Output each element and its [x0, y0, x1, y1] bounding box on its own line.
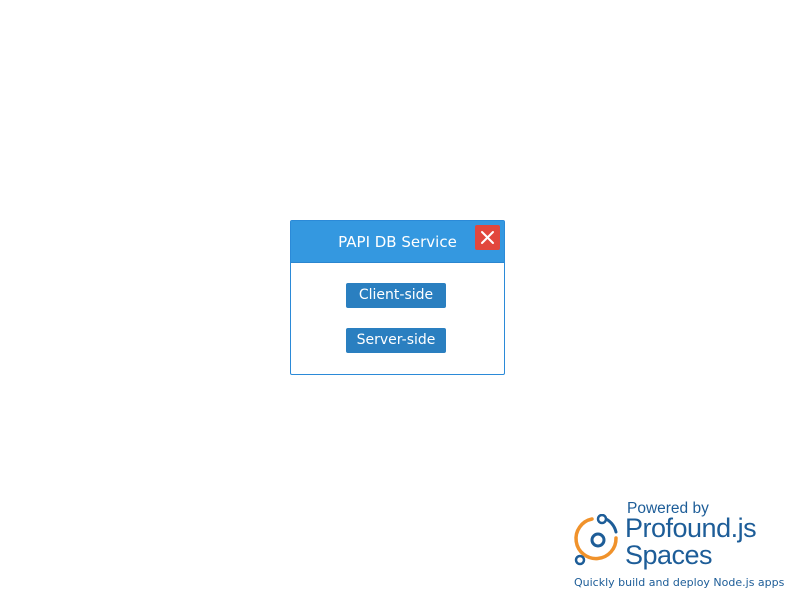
- page: PAPI DB Service Client-side Server-side …: [0, 0, 800, 600]
- dialog-body: Client-side Server-side: [291, 263, 504, 374]
- profoundjs-logo-icon: [574, 514, 618, 566]
- brand-tagline: Quickly build and deploy Node.js apps: [574, 576, 785, 589]
- server-side-button[interactable]: Server-side: [346, 328, 446, 353]
- close-icon: [481, 231, 494, 244]
- brand-name: Profound.js: [625, 513, 757, 543]
- close-button[interactable]: [475, 225, 500, 250]
- brand-subname: Spaces: [625, 540, 713, 570]
- papi-db-service-dialog: PAPI DB Service Client-side Server-side: [290, 220, 505, 375]
- dialog-header: PAPI DB Service: [291, 221, 504, 263]
- client-side-button[interactable]: Client-side: [346, 283, 446, 308]
- powered-by-branding[interactable]: Powered by Profound.js Spaces Quickly bu…: [572, 500, 794, 595]
- dialog-title: PAPI DB Service: [338, 233, 457, 251]
